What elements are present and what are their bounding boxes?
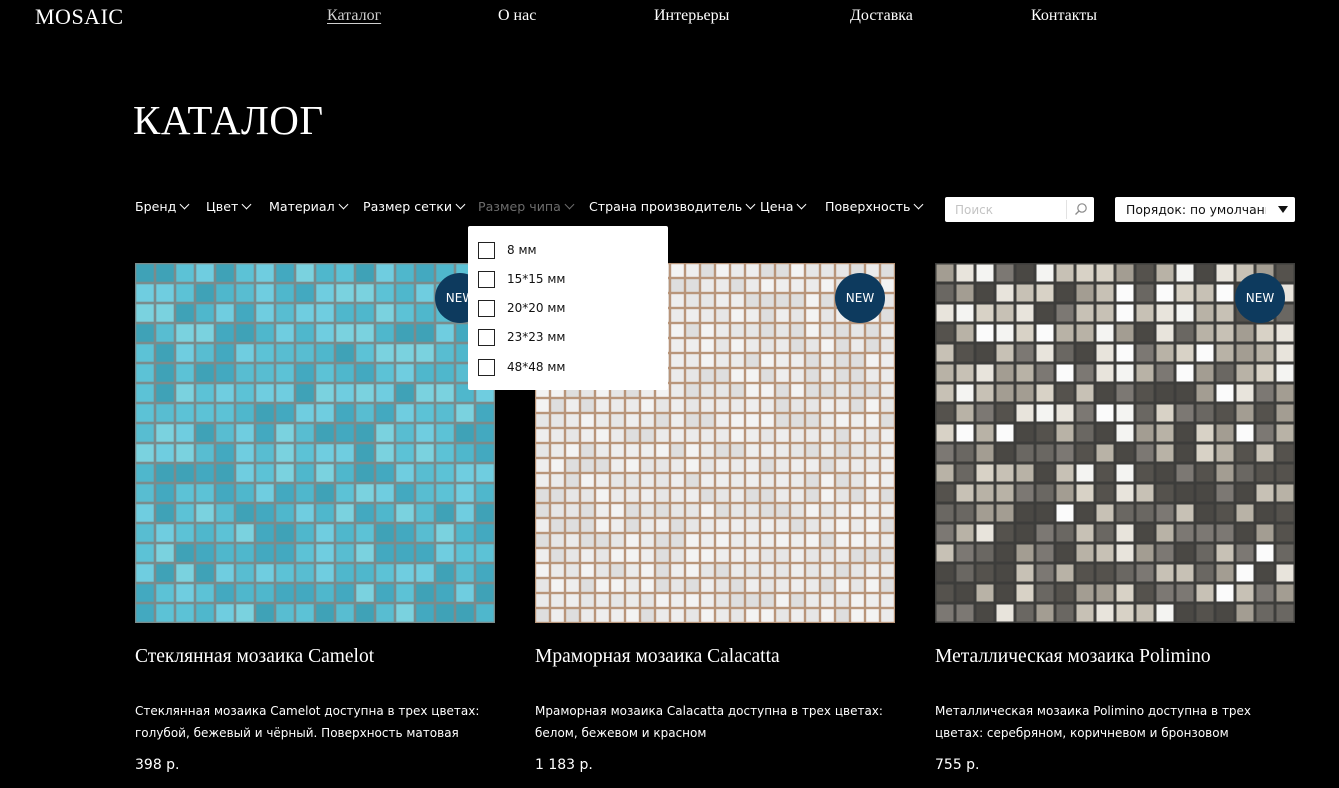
chevron-down-icon [455, 199, 466, 210]
filter-mesh-size[interactable]: Размер сетки [363, 199, 466, 214]
filter-label: Размер сетки [363, 199, 453, 214]
new-badge: NEW [1235, 273, 1285, 323]
option-label: 8 мм [507, 243, 537, 257]
search-divider [1066, 200, 1067, 219]
product-price: 755 р. [935, 757, 980, 773]
filter-price[interactable]: Цена [760, 199, 807, 214]
chip-size-option[interactable]: 48*48 мм [478, 357, 565, 377]
chevron-down-icon [179, 199, 190, 210]
option-label: 20*20 мм [507, 301, 566, 315]
product-price: 398 р. [135, 757, 180, 773]
chip-size-option[interactable]: 15*15 мм [478, 269, 565, 289]
filter-label: Размер чипа [478, 199, 561, 214]
page-title: КАТАЛОГ [133, 97, 324, 143]
filter-material[interactable]: Материал [269, 199, 349, 214]
option-label: 23*23 мм [507, 330, 566, 344]
sort-label: Порядок: по умолчани [1126, 202, 1266, 217]
search-icon[interactable] [1071, 200, 1090, 219]
filter-label: Поверхность [825, 199, 911, 214]
new-badge: NEW [835, 273, 885, 323]
chip-size-option[interactable]: 20*20 мм [478, 298, 565, 318]
search-box [945, 197, 1094, 222]
option-label: 15*15 мм [507, 272, 566, 286]
product-name[interactable]: Металлическая мозаика Polimino [935, 646, 1211, 668]
checkbox[interactable] [478, 328, 495, 346]
chevron-down-icon [913, 199, 924, 210]
product-name[interactable]: Стеклянная мозаика Camelot [135, 646, 374, 668]
mosaic-image-polimino [935, 263, 1295, 623]
chip-size-option[interactable]: 8 мм [478, 240, 537, 260]
filter-label: Цвет [206, 199, 239, 214]
filter-label: Цена [760, 199, 794, 214]
filter-label: Бренд [135, 199, 177, 214]
product-description: Стеклянная мозаика Camelot доступна в тр… [135, 704, 480, 740]
product-description: Металлическая мозаика Polimino доступна … [935, 704, 1252, 740]
product-image[interactable]: NEW [135, 263, 495, 623]
product-name[interactable]: Мраморная мозаика Calacatta [535, 646, 780, 668]
checkbox[interactable] [478, 299, 495, 317]
nav-about[interactable]: О нас [498, 7, 536, 25]
product-price: 1 183 р. [535, 757, 593, 773]
chevron-down-icon [241, 199, 252, 210]
product-description: Мраморная мозаика Calacatta доступна в т… [535, 704, 883, 740]
filter-surface[interactable]: Поверхность [825, 199, 924, 214]
product-image[interactable]: NEW [935, 263, 1295, 623]
checkbox[interactable] [478, 241, 495, 259]
chip-size-option[interactable]: 23*23 мм [478, 327, 565, 347]
checkbox[interactable] [478, 270, 495, 288]
option-label: 48*48 мм [507, 360, 566, 374]
chip-size-dropdown: 8 мм 15*15 мм 20*20 мм 23*23 мм 48*48 мм [468, 226, 668, 390]
nav-contacts[interactable]: Контакты [1031, 7, 1097, 25]
filter-chip-size[interactable]: Размер чипа [478, 199, 575, 214]
nav-delivery[interactable]: Доставка [850, 7, 913, 25]
chevron-down-icon [745, 199, 756, 210]
triangle-down-icon [1278, 206, 1288, 213]
catalog-page: MOSAIC Каталог О нас Интерьеры Доставка … [0, 0, 1339, 788]
nav-interiors[interactable]: Интерьеры [654, 7, 729, 25]
chevron-down-icon [338, 199, 349, 210]
nav-catalog[interactable]: Каталог [327, 7, 381, 25]
chevron-down-icon [797, 199, 807, 210]
search-input[interactable] [945, 197, 1066, 222]
site-logo[interactable]: MOSAIC [35, 4, 124, 30]
filter-label: Материал [269, 199, 335, 214]
filter-color[interactable]: Цвет [206, 199, 252, 214]
checkbox[interactable] [478, 358, 495, 376]
mosaic-image-camelot [135, 263, 495, 623]
filter-country[interactable]: Страна производитель [589, 199, 756, 214]
sort-select[interactable]: Порядок: по умолчани [1115, 197, 1295, 222]
chevron-down-icon [564, 199, 575, 210]
filter-label: Страна производитель [589, 199, 743, 214]
filter-brand[interactable]: Бренд [135, 199, 190, 214]
